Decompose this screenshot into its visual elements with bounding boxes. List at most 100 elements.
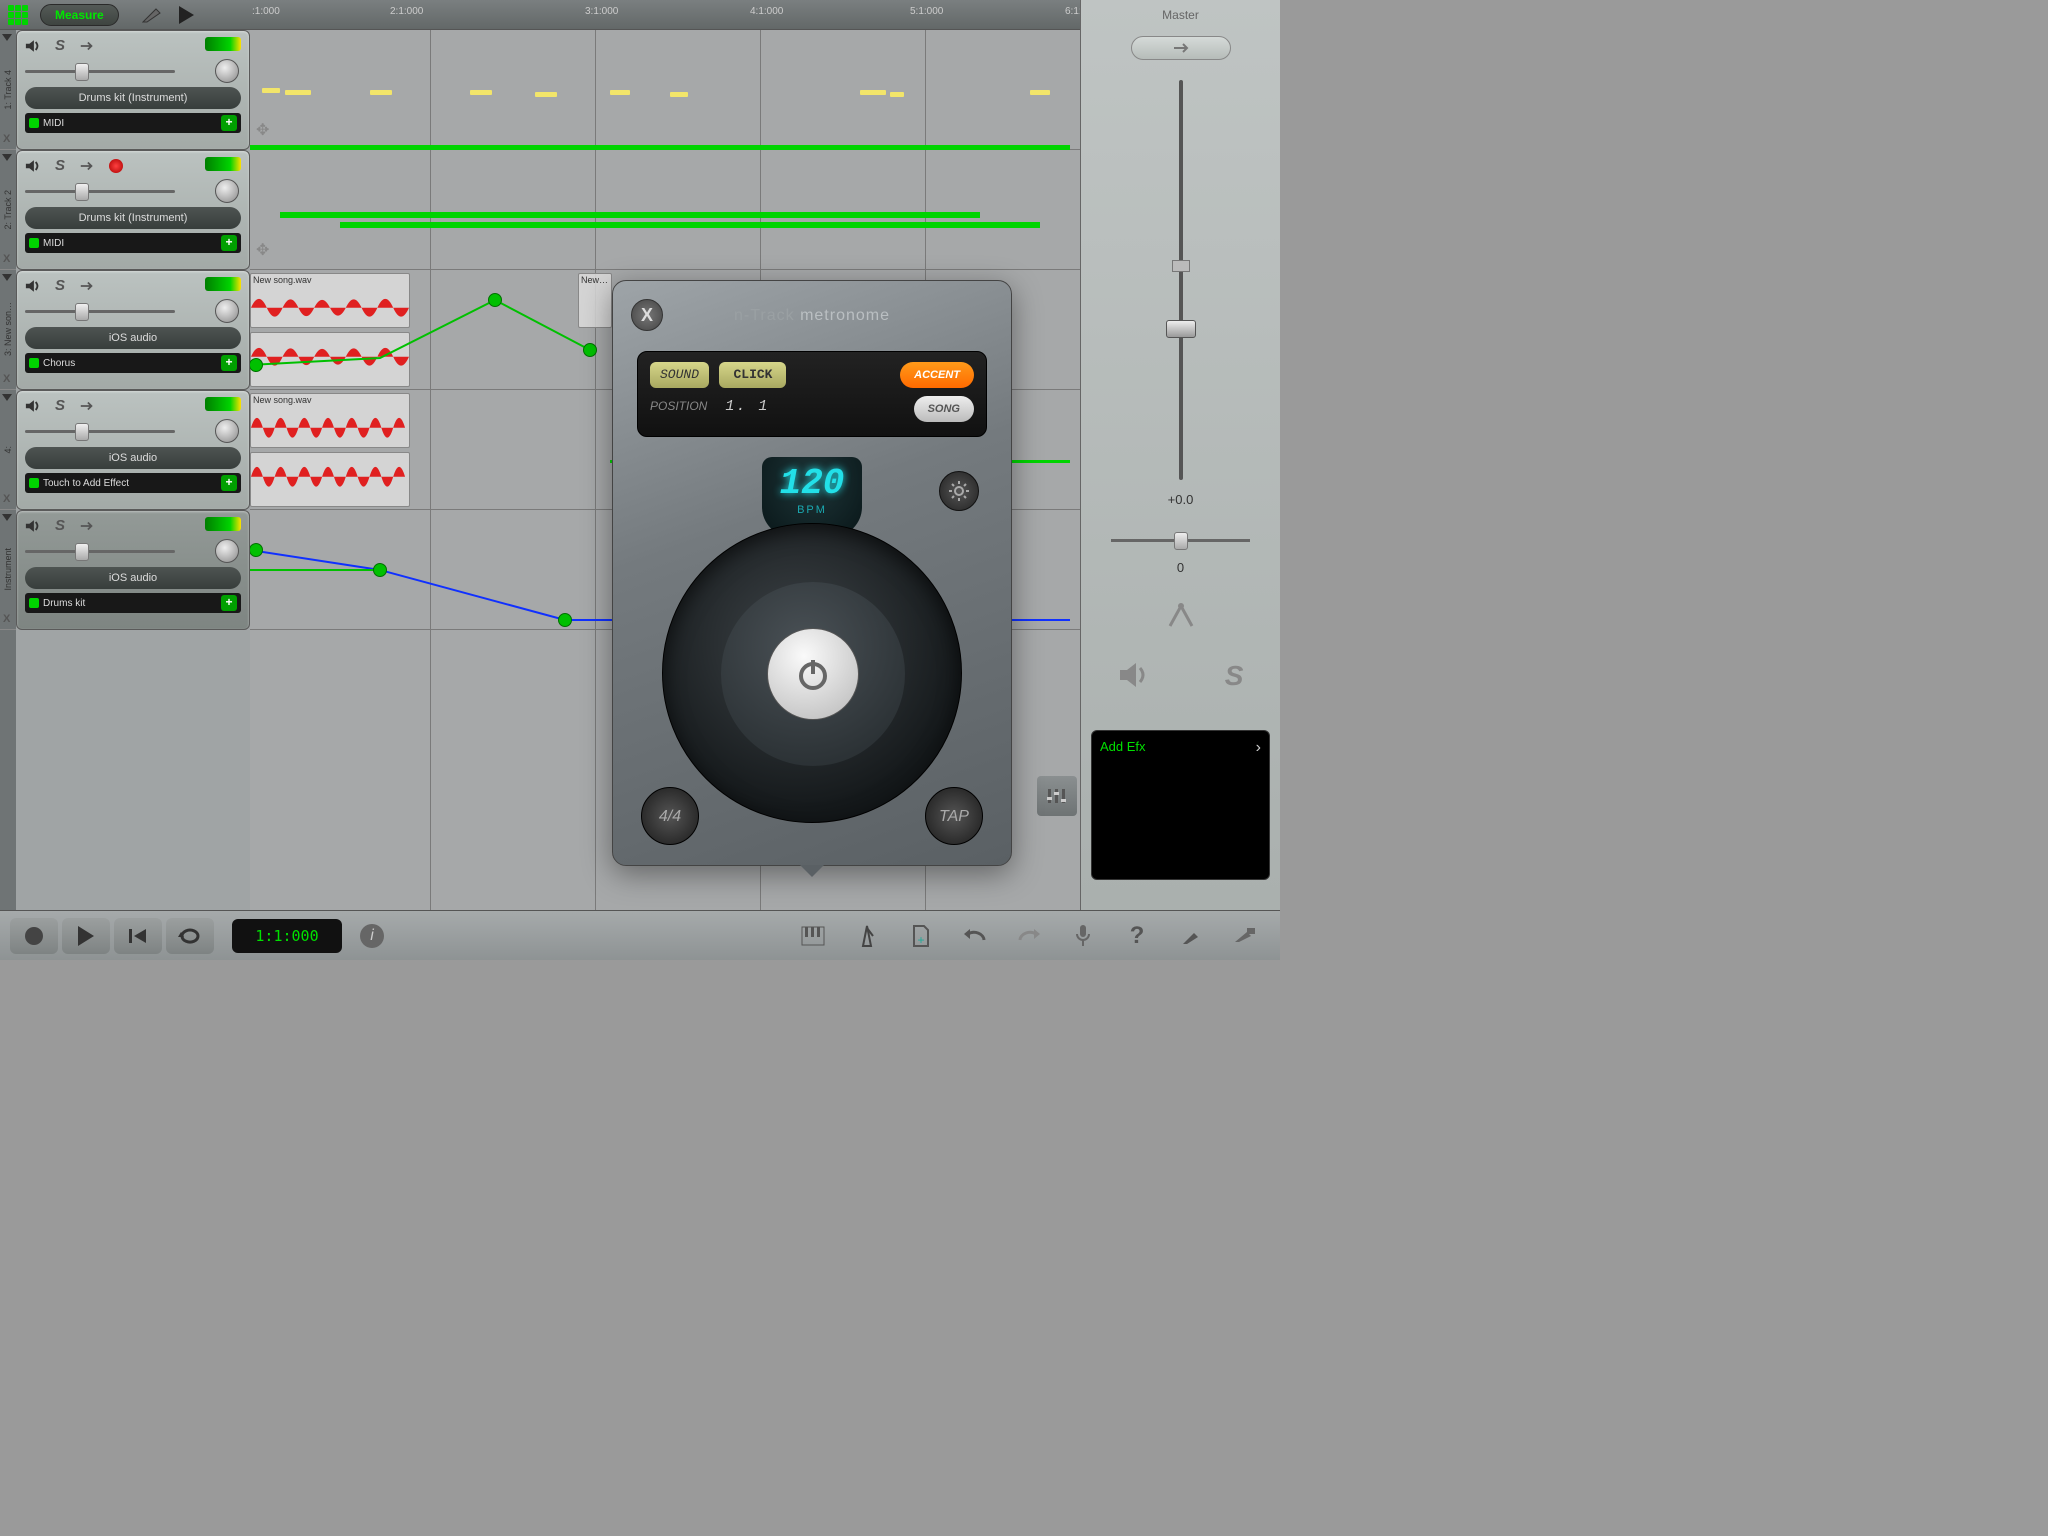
settings-button[interactable] (939, 471, 979, 511)
pan-knob[interactable] (215, 179, 239, 203)
close-track-icon[interactable]: X (3, 133, 10, 145)
record-button[interactable] (10, 918, 58, 954)
add-fx-icon[interactable]: + (221, 475, 237, 491)
audio-clip[interactable] (250, 452, 410, 507)
tap-button[interactable]: TAP (925, 787, 983, 845)
speaker-icon[interactable] (25, 518, 41, 534)
master-output-button[interactable] (1131, 36, 1231, 60)
fx-enable-icon[interactable] (29, 358, 39, 368)
track-header[interactable]: SDrums kit (Instrument)MIDI+ (16, 30, 250, 150)
midi-note[interactable] (262, 88, 280, 93)
loop-button[interactable] (166, 918, 214, 954)
add-fx-icon[interactable]: + (221, 235, 237, 251)
midi-note[interactable] (470, 90, 492, 95)
fx-slot[interactable]: Touch to Add Effect+ (25, 473, 241, 493)
piano-icon[interactable] (798, 921, 828, 951)
midi-note[interactable] (1030, 90, 1050, 95)
accent-button[interactable]: ACCENT (900, 362, 974, 388)
transport-position[interactable]: 1:1:000 (232, 919, 342, 953)
speaker-icon[interactable] (25, 278, 41, 294)
record-arm-icon[interactable] (109, 159, 123, 173)
snap-grid-button[interactable] (6, 3, 30, 27)
sound-value[interactable]: CLICK (719, 362, 786, 388)
fader-thumb[interactable] (1166, 320, 1196, 338)
add-fx-icon[interactable]: + (221, 115, 237, 131)
output-icon[interactable] (79, 38, 95, 54)
track-header[interactable]: SiOS audioDrums kit+ (16, 510, 250, 630)
automation-node[interactable] (488, 293, 502, 307)
audio-clip[interactable]: New song.wav (250, 273, 410, 328)
midi-note[interactable] (535, 92, 557, 97)
fx-enable-icon[interactable] (29, 598, 39, 608)
fx-slot[interactable]: Drums kit+ (25, 593, 241, 613)
fx-enable-icon[interactable] (29, 478, 39, 488)
audio-clip[interactable] (250, 332, 410, 387)
mixer-toggle-button[interactable] (1037, 776, 1077, 816)
hammer-icon[interactable] (1230, 921, 1260, 951)
automation-node[interactable] (558, 613, 572, 627)
mic-icon[interactable] (1068, 921, 1098, 951)
new-file-icon[interactable]: + (906, 921, 936, 951)
move-handle-icon[interactable]: ✥ (256, 120, 276, 140)
automation-node[interactable] (250, 543, 263, 557)
track-header[interactable]: SiOS audioTouch to Add Effect+ (16, 390, 250, 510)
automation-node[interactable] (583, 343, 597, 357)
power-button[interactable] (767, 628, 859, 720)
automation-line[interactable] (280, 212, 980, 218)
volume-slider[interactable] (25, 301, 175, 321)
output-icon[interactable] (79, 398, 95, 414)
time-ruler[interactable]: :1:000 2:1:000 3:1:000 4:1:000 5:1:000 6… (250, 0, 1080, 30)
metronome-icon[interactable] (852, 921, 882, 951)
tempo-dial[interactable] (662, 523, 962, 823)
timesig-button[interactable]: 4/4 (641, 787, 699, 845)
fx-enable-icon[interactable] (29, 118, 39, 128)
close-track-icon[interactable]: X (3, 373, 10, 385)
solo-icon[interactable]: S (55, 397, 65, 414)
move-handle-icon[interactable]: ✥ (256, 240, 276, 260)
midi-note[interactable] (860, 90, 886, 95)
collapse-icon[interactable] (2, 154, 12, 161)
audio-clip[interactable]: New… (578, 273, 612, 328)
midi-note[interactable] (285, 90, 311, 95)
solo-icon[interactable]: S (55, 277, 65, 294)
add-fx-icon[interactable]: + (221, 355, 237, 371)
automation-node[interactable] (373, 563, 387, 577)
automation-line[interactable] (340, 222, 1040, 228)
undo-button[interactable] (960, 921, 990, 951)
collapse-icon[interactable] (2, 274, 12, 281)
collapse-icon[interactable] (2, 394, 12, 401)
solo-icon[interactable]: S (55, 37, 65, 54)
solo-icon[interactable]: S (55, 517, 65, 534)
play-button[interactable] (62, 918, 110, 954)
info-button[interactable]: i (360, 924, 384, 948)
pan-knob[interactable] (215, 59, 239, 83)
draw-tool-button[interactable] (139, 5, 167, 25)
help-icon[interactable]: ? (1122, 921, 1152, 951)
track-name[interactable]: iOS audio (25, 327, 241, 349)
volume-slider[interactable] (25, 541, 175, 561)
audio-clip[interactable]: New song.wav (250, 393, 410, 448)
close-track-icon[interactable]: X (3, 253, 10, 265)
track-name[interactable]: Drums kit (Instrument) (25, 207, 241, 229)
automation-icon[interactable] (1166, 600, 1196, 630)
pan-knob[interactable] (215, 299, 239, 323)
volume-slider[interactable] (25, 181, 175, 201)
snap-mode-button[interactable]: Measure (40, 4, 119, 26)
volume-slider[interactable] (25, 61, 175, 81)
redo-button[interactable] (1014, 921, 1044, 951)
fx-slot[interactable]: Chorus+ (25, 353, 241, 373)
volume-slider[interactable] (25, 421, 175, 441)
speaker-icon[interactable] (25, 158, 41, 174)
midi-note[interactable] (670, 92, 688, 97)
add-fx-icon[interactable]: + (221, 595, 237, 611)
output-icon[interactable] (79, 158, 95, 174)
solo-icon[interactable]: S (55, 157, 65, 174)
midi-note[interactable] (610, 90, 630, 95)
master-fader[interactable] (1166, 80, 1196, 480)
track-header[interactable]: SiOS audio Chorus+ (16, 270, 250, 390)
collapse-icon[interactable] (2, 514, 12, 521)
midi-note[interactable] (890, 92, 904, 97)
speaker-icon[interactable] (1118, 660, 1152, 690)
pan-knob[interactable] (215, 539, 239, 563)
tools-icon[interactable] (1176, 921, 1206, 951)
